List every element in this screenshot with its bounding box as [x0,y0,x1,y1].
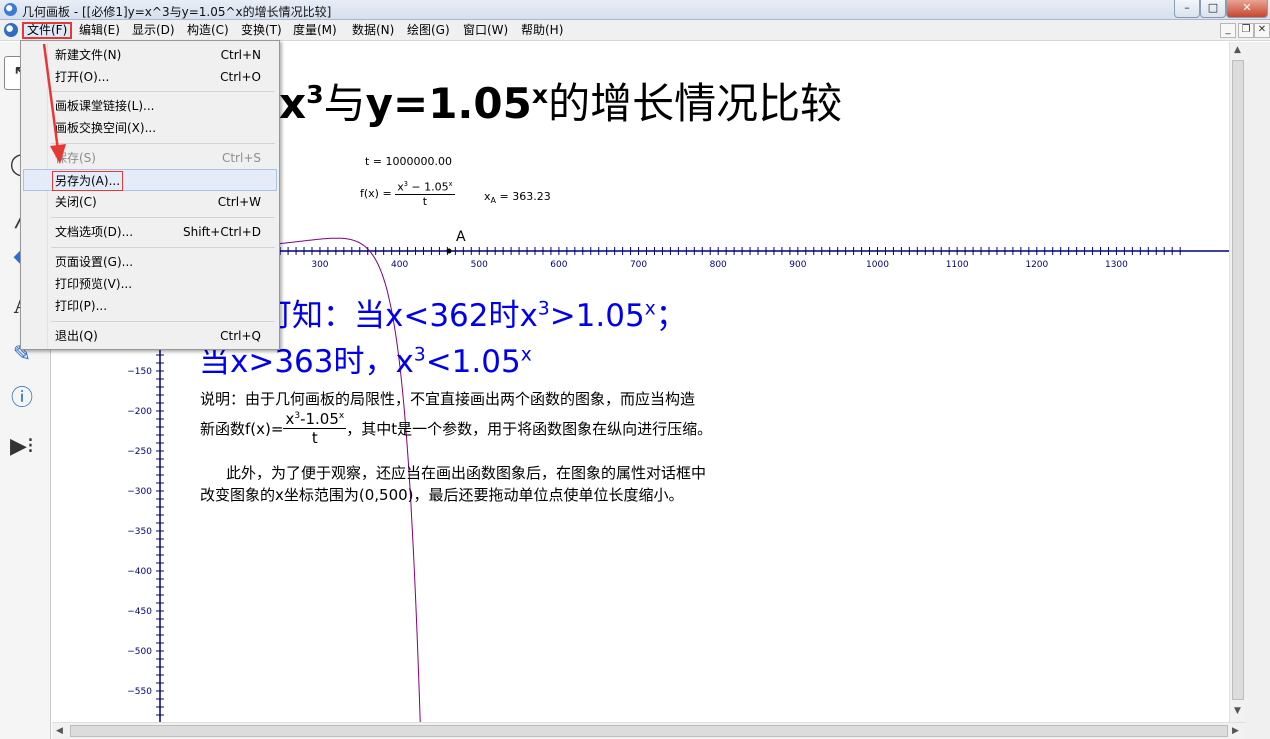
menu-construct[interactable]: 构造(C) [184,22,232,39]
info-tool-icon[interactable]: ⓘ [4,382,40,416]
menu-transform[interactable]: 变换(T) [238,22,285,39]
window-frame [1246,42,1270,739]
x-tick-label: 800 [710,260,727,270]
title-bar: 几何画板 - [[必修1]y=x^3与y=1.05^x的增长情况比较] – □ … [0,0,1270,20]
scroll-left-icon[interactable]: ◀ [56,726,63,736]
y-tick-label: −400 [127,567,152,577]
xa-measurement[interactable]: xA = 363.23 [484,190,551,205]
y-tick-label: −350 [127,527,152,537]
y-tick-label: −300 [127,487,152,497]
x-tick-label: 300 [311,260,328,270]
menu-graph[interactable]: 绘图(G) [404,22,453,39]
menu-item-save-as[interactable]: 另存为(A)... [23,169,277,191]
menu-item-close[interactable]: 关闭(C) Ctrl+W [23,191,277,213]
scroll-up-icon[interactable]: ▲ [1234,45,1241,55]
menu-item-print[interactable]: 打印(P)... [23,295,277,317]
window-title: 几何画板 - [[必修1]y=x^3与y=1.05^x的增长情况比较] [22,5,332,19]
x-tick-label: 900 [789,260,806,270]
note-line-2: 新函数f(x)= x3-1.05x t ，其中t是一个参数，用于将函数图象在纵向进行压… [200,410,713,447]
y-tick-label: −550 [127,687,152,697]
y-tick-label: −450 [127,607,152,617]
point-a[interactable] [446,248,452,254]
x-tick-label: 500 [471,260,488,270]
t-parameter[interactable]: t = 1000000.00 [365,155,452,168]
close-button[interactable]: ✕ [1226,0,1268,18]
menu-edit[interactable]: 编辑(E) [76,22,123,39]
menu-window[interactable]: 窗口(W) [460,22,511,39]
point-a-label: A [456,229,466,245]
note-line-4: 改变图象的x坐标范围为(0,500)，最后还要拖动单位点使单位长度缩小。 [200,486,684,504]
menu-item-exit[interactable]: 退出(Q) Ctrl+Q [23,325,277,347]
minimize-button[interactable]: – [1174,0,1200,18]
menu-data[interactable]: 数据(N) [349,22,397,39]
x-tick-label: 1300 [1105,260,1128,270]
x-tick-label: 1200 [1025,260,1048,270]
note-line-3: 此外，为了便于观察，还应当在画出函数图象后，在图象的属性对话框中 [226,464,707,482]
scroll-right-icon[interactable]: ▶ [1232,726,1239,736]
custom-tool-icon[interactable]: ▶⁝ [4,430,40,464]
document-icon[interactable] [4,23,18,37]
horizontal-scrollbar[interactable]: ◀ ▶ [52,722,1246,739]
app-icon [4,3,17,16]
vertical-scrollbar[interactable]: ▲ ▼ [1229,42,1246,722]
menu-bar: 文件(F) 编辑(E) 显示(D) 构造(C) 变换(T) 度量(M) 数据(N… [0,20,1270,41]
scroll-down-icon[interactable]: ▼ [1234,706,1241,716]
x-tick-label: 700 [630,260,647,270]
x-tick-label: 600 [550,260,567,270]
x-tick-label: 1100 [946,260,969,270]
menu-display[interactable]: 显示(D) [129,22,178,39]
maximize-button[interactable]: □ [1200,0,1226,18]
y-tick-label: −250 [127,447,152,457]
menu-item-document-options[interactable]: 文档选项(D)... Shift+Ctrl+D [23,221,277,243]
menu-file[interactable]: 文件(F) [22,22,73,39]
note-line-1: 说明：由于几何画板的局限性，不宜直接画出两个函数的图象，而应当构造 [200,390,696,408]
page-title: x3与y=1.05x的增长情况比较 [279,79,843,128]
menu-item-print-preview[interactable]: 打印预览(V)... [23,273,277,295]
x-tick-label: 400 [391,260,408,270]
y-tick-label: −150 [127,367,152,377]
doc-close-button[interactable]: ✕ [1254,23,1270,38]
horizontal-scroll-thumb[interactable] [70,725,1228,737]
y-tick-label: −500 [127,647,152,657]
menu-measure[interactable]: 度量(M) [290,22,340,39]
x-tick-label: 1000 [866,260,889,270]
doc-minimize-button[interactable]: _ [1220,23,1236,38]
doc-restore-button[interactable]: ❐ [1238,23,1254,38]
vertical-scroll-thumb[interactable] [1232,60,1244,700]
annotation-arrow [42,43,66,164]
y-tick-label: −200 [127,407,152,417]
function-definition[interactable]: f(x) = x3 − 1.05x t [360,180,455,208]
menu-help[interactable]: 帮助(H) [518,22,566,39]
menu-item-page-setup[interactable]: 页面设置(G)... [23,251,277,273]
